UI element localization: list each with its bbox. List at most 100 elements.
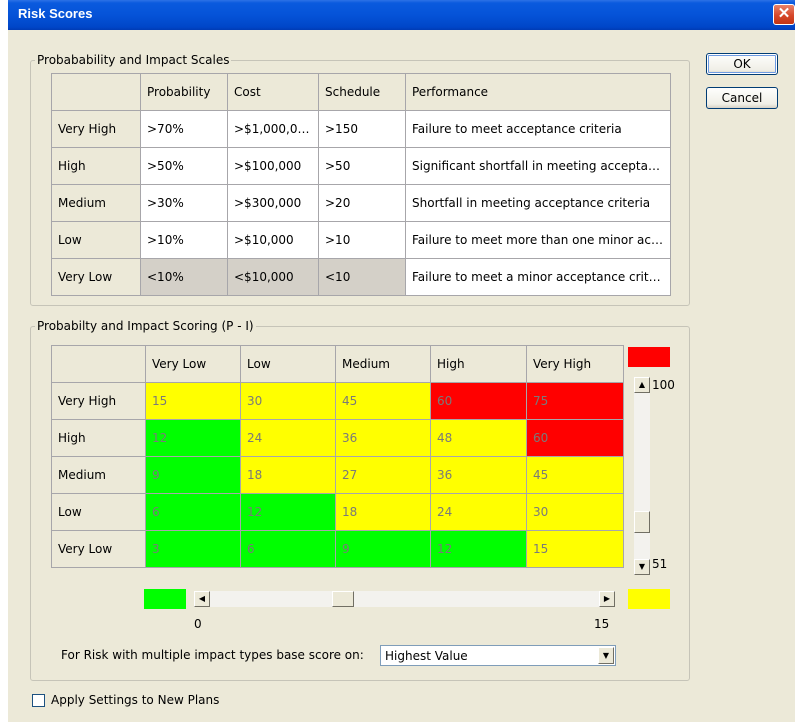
- scoring-table: Very Low Low Medium High Very High Very High 1…: [51, 345, 624, 568]
- vslider-track[interactable]: [634, 393, 650, 559]
- score-cell: 48: [430, 419, 527, 457]
- scoring-column-header: Very High: [526, 345, 624, 383]
- scales-cell: >$10,000: [227, 221, 319, 259]
- score-cell: 24: [240, 419, 336, 457]
- scales-cell: >$100,000: [227, 147, 319, 185]
- scoring-column-header: High: [430, 345, 527, 383]
- scales-cell: Failure to meet a minor acceptance crite…: [405, 258, 671, 296]
- score-cell: 9: [145, 456, 241, 494]
- scoring-row-header: High: [51, 419, 146, 457]
- cancel-button[interactable]: Cancel: [706, 87, 778, 109]
- base-score-dropdown[interactable]: Highest Value ▼: [380, 645, 616, 666]
- scales-cell: >10: [318, 221, 406, 259]
- scales-cell: >150: [318, 110, 406, 148]
- arrow-up-icon: ▲: [638, 380, 646, 389]
- scoring-row: Very High 15 30 45 60 75: [51, 382, 624, 420]
- low-max-label: 15: [594, 617, 610, 631]
- high-color-swatch[interactable]: [628, 347, 670, 367]
- scales-cell: Failure to meet more than one minor acce…: [405, 221, 671, 259]
- title-bar: Risk Scores ✕: [8, 0, 795, 30]
- score-cell: 6: [145, 493, 241, 531]
- score-cell: 27: [335, 456, 431, 494]
- score-cell: 36: [335, 419, 431, 457]
- low-min-label: 0: [194, 617, 202, 631]
- score-cell: 75: [526, 382, 624, 420]
- hslider-track[interactable]: [210, 591, 599, 607]
- scales-row: Very Low <10% <$10,000 <10 Failure to meet a…: [51, 258, 671, 296]
- score-cell: 60: [526, 419, 624, 457]
- scoring-column-header: Medium: [335, 345, 431, 383]
- high-min-label: 51: [652, 557, 668, 571]
- dropdown-arrow[interactable]: ▼: [598, 647, 614, 664]
- close-button[interactable]: ✕: [773, 4, 795, 25]
- score-cell: 9: [335, 530, 431, 568]
- hslider-thumb[interactable]: [332, 591, 355, 607]
- vslider-up-button[interactable]: ▲: [634, 377, 650, 393]
- score-cell: 45: [526, 456, 624, 494]
- scales-column-header: Schedule: [318, 73, 406, 111]
- scales-column-header: Cost: [227, 73, 319, 111]
- low-color-swatch[interactable]: [144, 589, 186, 609]
- scoring-row-header: Low: [51, 493, 146, 531]
- score-cell: 18: [335, 493, 431, 531]
- window-title: Risk Scores: [18, 6, 93, 21]
- scoring-row-header: Very High: [51, 382, 146, 420]
- scales-cell: <10%: [140, 258, 228, 296]
- score-cell: 18: [240, 456, 336, 494]
- scoring-column-header: Low: [240, 345, 336, 383]
- close-icon: ✕: [777, 5, 791, 22]
- hslider-right-button[interactable]: ▶: [599, 591, 615, 607]
- scales-row: Low >10% >$10,000 >10 Failure to meet more t…: [51, 221, 671, 259]
- scoring-group: Probabilty and Impact Scoring (P - I) Ve…: [30, 319, 690, 681]
- arrow-down-icon: ▼: [638, 562, 646, 571]
- scoring-row: Medium 9 18 27 36 45: [51, 456, 624, 494]
- arrow-right-icon: ▶: [603, 594, 611, 603]
- ok-button[interactable]: OK: [706, 53, 778, 75]
- base-score-value: Highest Value: [385, 649, 468, 663]
- scales-row: Very High >70% >$1,000,000 >150 Failure to m…: [51, 110, 671, 148]
- scales-row-header: Very High: [51, 110, 141, 148]
- chevron-down-icon: ▼: [602, 651, 610, 660]
- scales-cell: >$1,000,000: [227, 110, 319, 148]
- scales-cell: >50: [318, 147, 406, 185]
- scales-row: Medium >30% >$300,000 >20 Shortfall in meeti…: [51, 184, 671, 222]
- score-cell: 12: [240, 493, 336, 531]
- scoring-column-header: Very Low: [145, 345, 241, 383]
- apply-settings-checkbox[interactable]: [32, 694, 45, 707]
- scales-column-header: Probability: [140, 73, 228, 111]
- base-score-label: For Risk with multiple impact types base…: [61, 648, 364, 662]
- scales-cell: >70%: [140, 110, 228, 148]
- scales-cell: >$300,000: [227, 184, 319, 222]
- scales-row-header: Very Low: [51, 258, 141, 296]
- scales-row-header: High: [51, 147, 141, 185]
- scales-cell: >30%: [140, 184, 228, 222]
- scales-cell: <10: [318, 258, 406, 296]
- score-cell: 6: [240, 530, 336, 568]
- scales-table: Probability Cost Schedule Performance Very H…: [51, 73, 671, 296]
- score-cell: 45: [335, 382, 431, 420]
- score-cell: 24: [430, 493, 527, 531]
- hslider-left-button[interactable]: ◀: [194, 591, 210, 607]
- scales-cell: >20: [318, 184, 406, 222]
- scoring-row: Low 6 12 18 24 30: [51, 493, 624, 531]
- vslider-thumb[interactable]: [634, 510, 650, 533]
- apply-settings-label[interactable]: Apply Settings to New Plans: [51, 693, 219, 707]
- scales-row-header: Medium: [51, 184, 141, 222]
- high-max-label: 100: [652, 378, 675, 392]
- scoring-row-header: Medium: [51, 456, 146, 494]
- scales-cell: >10%: [140, 221, 228, 259]
- score-cell: 15: [145, 382, 241, 420]
- scoring-row: High 12 24 36 48 60: [51, 419, 624, 457]
- score-cell: 60: [430, 382, 527, 420]
- scoring-column-header: [51, 345, 146, 383]
- scoring-group-legend: Probabilty and Impact Scoring (P - I): [35, 319, 256, 333]
- score-cell: 3: [145, 530, 241, 568]
- vslider-down-button[interactable]: ▼: [634, 559, 650, 575]
- scoring-header-row: Very Low Low Medium High Very High: [51, 345, 624, 383]
- scales-cell: <$10,000: [227, 258, 319, 296]
- scales-cell: >50%: [140, 147, 228, 185]
- mid-color-swatch[interactable]: [628, 589, 670, 609]
- scales-group-legend: Probabability and Impact Scales: [35, 53, 232, 67]
- scales-cell: Failure to meet acceptance criteria: [405, 110, 671, 148]
- scales-column-header: Performance: [405, 73, 671, 111]
